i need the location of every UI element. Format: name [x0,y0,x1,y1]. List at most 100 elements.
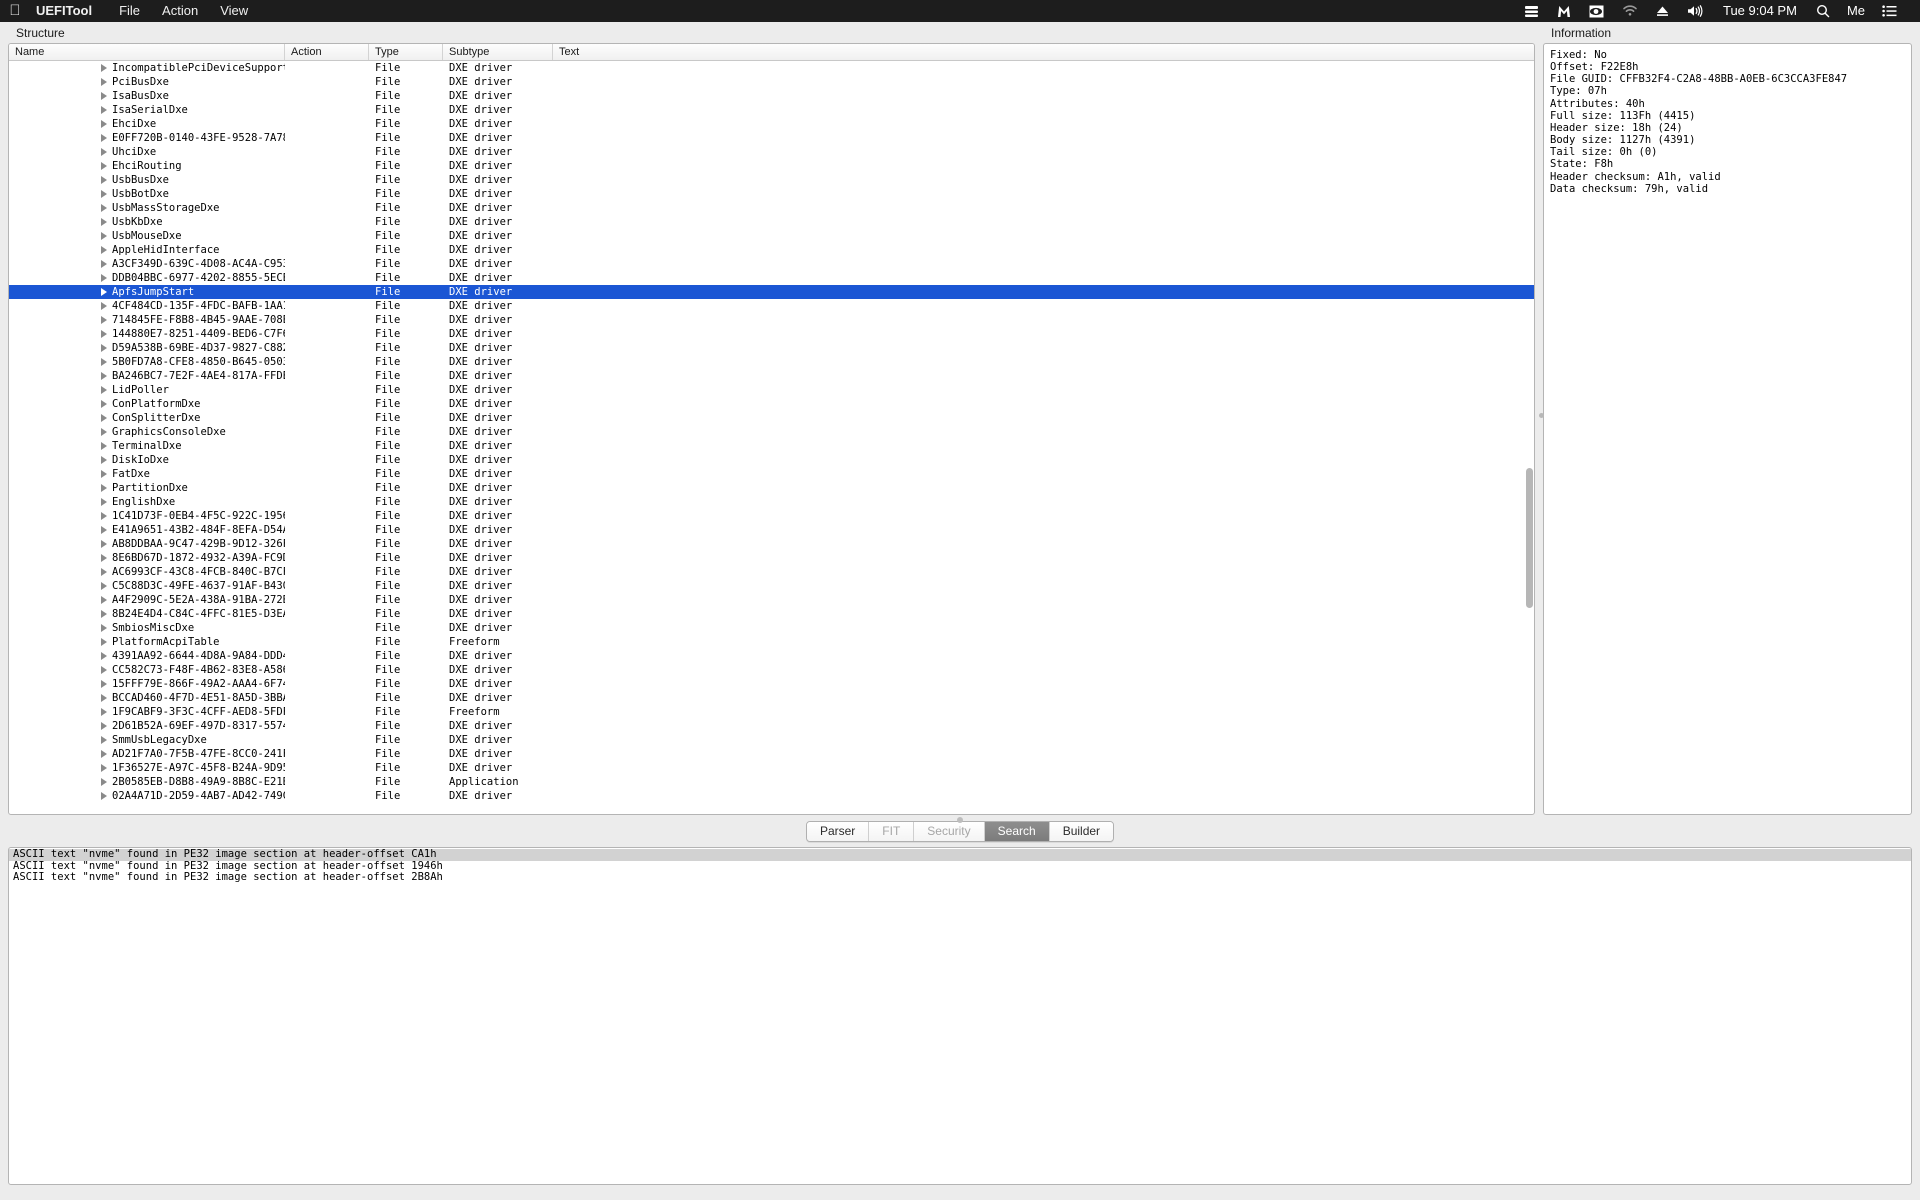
row-name-cell[interactable]: E0FF720B-0140-43FE-9528-7A781357… [9,131,285,145]
table-row[interactable]: UsbMassStorageDxe File DXE driver [9,201,1534,215]
table-row[interactable]: EhciRouting File DXE driver [9,159,1534,173]
table-row[interactable]: AD21F7A0-7F5B-47FE-8CC0-241F318C… File DXE… [9,747,1534,761]
table-row[interactable]: E41A9651-43B2-484F-8EFA-D54AC741… File DXE… [9,523,1534,537]
row-name-cell[interactable]: IsaSerialDxe [9,103,285,117]
table-row[interactable]: PartitionDxe File DXE driver [9,481,1534,495]
table-row[interactable]: 1C41D73F-0EB4-4F5C-922C-1956E721… File DXE… [9,509,1534,523]
row-name-cell[interactable]: SmbiosMiscDxe [9,621,285,635]
row-name-cell[interactable]: UhciDxe [9,145,285,159]
chevron-right-icon[interactable] [101,218,107,226]
table-row[interactable]: 5B0FD7A8-CFE8-4850-B645-05037942… File DXE… [9,355,1534,369]
tab-search[interactable]: Search [984,821,1050,841]
chevron-right-icon[interactable] [101,750,107,758]
row-name-cell[interactable]: BCCAD460-4F7D-4E51-8A5D-3BBA236D… [9,691,285,705]
volume-icon[interactable] [1678,0,1713,22]
chevron-right-icon[interactable] [101,498,107,506]
row-name-cell[interactable]: AB8DDBAA-9C47-429B-9D12-326F273D… [9,537,285,551]
row-name-cell[interactable]: 02A4A71D-2D59-4AB7-AD42-749CE0AD [9,789,285,803]
chevron-right-icon[interactable] [101,428,107,436]
chevron-right-icon[interactable] [101,652,107,660]
table-row[interactable]: UhciDxe File DXE driver [9,145,1534,159]
row-name-cell[interactable]: ConPlatformDxe [9,397,285,411]
backup-icon[interactable] [1515,0,1548,22]
row-name-cell[interactable]: A3CF349D-639C-4D08-AC4A-C95341FB… [9,257,285,271]
wifi-icon[interactable] [1613,0,1647,22]
row-name-cell[interactable]: C5C88D3C-49FE-4637-91AF-B430AFBD… [9,579,285,593]
menu-file[interactable]: File [108,0,151,22]
chevron-right-icon[interactable] [101,92,107,100]
chevron-right-icon[interactable] [101,246,107,254]
table-row[interactable]: LidPoller File DXE driver [9,383,1534,397]
table-row[interactable]: E0FF720B-0140-43FE-9528-7A781357… File DXE… [9,131,1534,145]
tab-parser[interactable]: Parser [806,821,870,841]
row-name-cell[interactable]: 2B0585EB-D8B8-49A9-8B8C-E21B01AE… [9,775,285,789]
table-row[interactable]: SmbiosMiscDxe File DXE driver [9,621,1534,635]
row-name-cell[interactable]: 144880E7-8251-4409-BED6-C7F6340C… [9,327,285,341]
row-name-cell[interactable]: FatDxe [9,467,285,481]
vertical-splitter-handle[interactable] [1538,402,1544,428]
row-name-cell[interactable]: ApfsJumpStart [9,285,285,299]
chevron-right-icon[interactable] [101,190,107,198]
malwarebytes-icon[interactable] [1548,0,1580,22]
chevron-right-icon[interactable] [101,176,107,184]
row-name-cell[interactable]: SmmUsbLegacyDxe [9,733,285,747]
chevron-right-icon[interactable] [101,456,107,464]
column-header-action[interactable]: Action [285,44,369,60]
table-row[interactable]: IsaBusDxe File DXE driver [9,89,1534,103]
chevron-right-icon[interactable] [101,638,107,646]
table-row[interactable]: ConPlatformDxe File DXE driver [9,397,1534,411]
row-name-cell[interactable]: 2D61B52A-69EF-497D-8317-5574AEC8… [9,719,285,733]
chevron-right-icon[interactable] [101,204,107,212]
table-row[interactable]: 02A4A71D-2D59-4AB7-AD42-749CE0AD File DXE … [9,789,1534,803]
row-name-cell[interactable]: 4391AA92-6644-4D8A-9A84-DDD405C3… [9,649,285,663]
table-row[interactable]: AppleHidInterface File DXE driver [9,243,1534,257]
chevron-right-icon[interactable] [101,582,107,590]
column-header-text[interactable]: Text [553,44,1453,60]
menu-action[interactable]: Action [151,0,209,22]
control-center-list-icon[interactable] [1873,0,1906,22]
chevron-right-icon[interactable] [101,512,107,520]
table-row[interactable]: GraphicsConsoleDxe File DXE driver [9,425,1534,439]
row-name-cell[interactable]: PlatformAcpiTable [9,635,285,649]
chevron-right-icon[interactable] [101,64,107,72]
row-name-cell[interactable]: 5B0FD7A8-CFE8-4850-B645-05037942… [9,355,285,369]
chevron-right-icon[interactable] [101,344,107,352]
row-name-cell[interactable]: 15FFF79E-866F-49A2-AAA4-6F743FE0… [9,677,285,691]
chevron-right-icon[interactable] [101,120,107,128]
row-name-cell[interactable]: 1C41D73F-0EB4-4F5C-922C-1956E721… [9,509,285,523]
table-row[interactable]: UsbBusDxe File DXE driver [9,173,1534,187]
chevron-right-icon[interactable] [101,358,107,366]
chevron-right-icon[interactable] [101,162,107,170]
table-row[interactable]: IncompatiblePciDeviceSupport File DXE driv… [9,61,1534,75]
row-name-cell[interactable]: PartitionDxe [9,481,285,495]
table-row[interactable]: 2B0585EB-D8B8-49A9-8B8C-E21B01AE… File App… [9,775,1534,789]
column-header-subtype[interactable]: Subtype [443,44,553,60]
row-name-cell[interactable]: A4F2909C-5E2A-438A-91BA-272B0923… [9,593,285,607]
chevron-right-icon[interactable] [101,764,107,772]
row-name-cell[interactable]: ConSplitterDxe [9,411,285,425]
table-row[interactable]: IsaSerialDxe File DXE driver [9,103,1534,117]
chevron-right-icon[interactable] [101,78,107,86]
chevron-right-icon[interactable] [101,666,107,674]
table-row[interactable]: 8E6BD67D-1872-4932-A39A-FC9DCA4A… File DXE… [9,551,1534,565]
chevron-right-icon[interactable] [101,330,107,338]
tab-builder[interactable]: Builder [1049,821,1114,841]
chevron-right-icon[interactable] [101,540,107,548]
chevron-right-icon[interactable] [101,232,107,240]
structure-tree[interactable]: Name Action Type Subtype Text Incompatib… [8,43,1535,815]
row-name-cell[interactable]: UsbBotDxe [9,187,285,201]
table-row[interactable]: 15FFF79E-866F-49A2-AAA4-6F743FE0… File DXE… [9,677,1534,691]
chevron-right-icon[interactable] [101,708,107,716]
chevron-right-icon[interactable] [101,386,107,394]
table-row[interactable]: FatDxe File DXE driver [9,467,1534,481]
table-row[interactable]: A4F2909C-5E2A-438A-91BA-272B0923… File DXE… [9,593,1534,607]
chevron-right-icon[interactable] [101,470,107,478]
chevron-right-icon[interactable] [101,274,107,282]
row-name-cell[interactable]: E41A9651-43B2-484F-8EFA-D54AC741… [9,523,285,537]
row-name-cell[interactable]: UsbMassStorageDxe [9,201,285,215]
row-name-cell[interactable]: PciBusDxe [9,75,285,89]
chevron-right-icon[interactable] [101,400,107,408]
chevron-right-icon[interactable] [101,792,107,800]
chevron-right-icon[interactable] [101,778,107,786]
chevron-right-icon[interactable] [101,148,107,156]
